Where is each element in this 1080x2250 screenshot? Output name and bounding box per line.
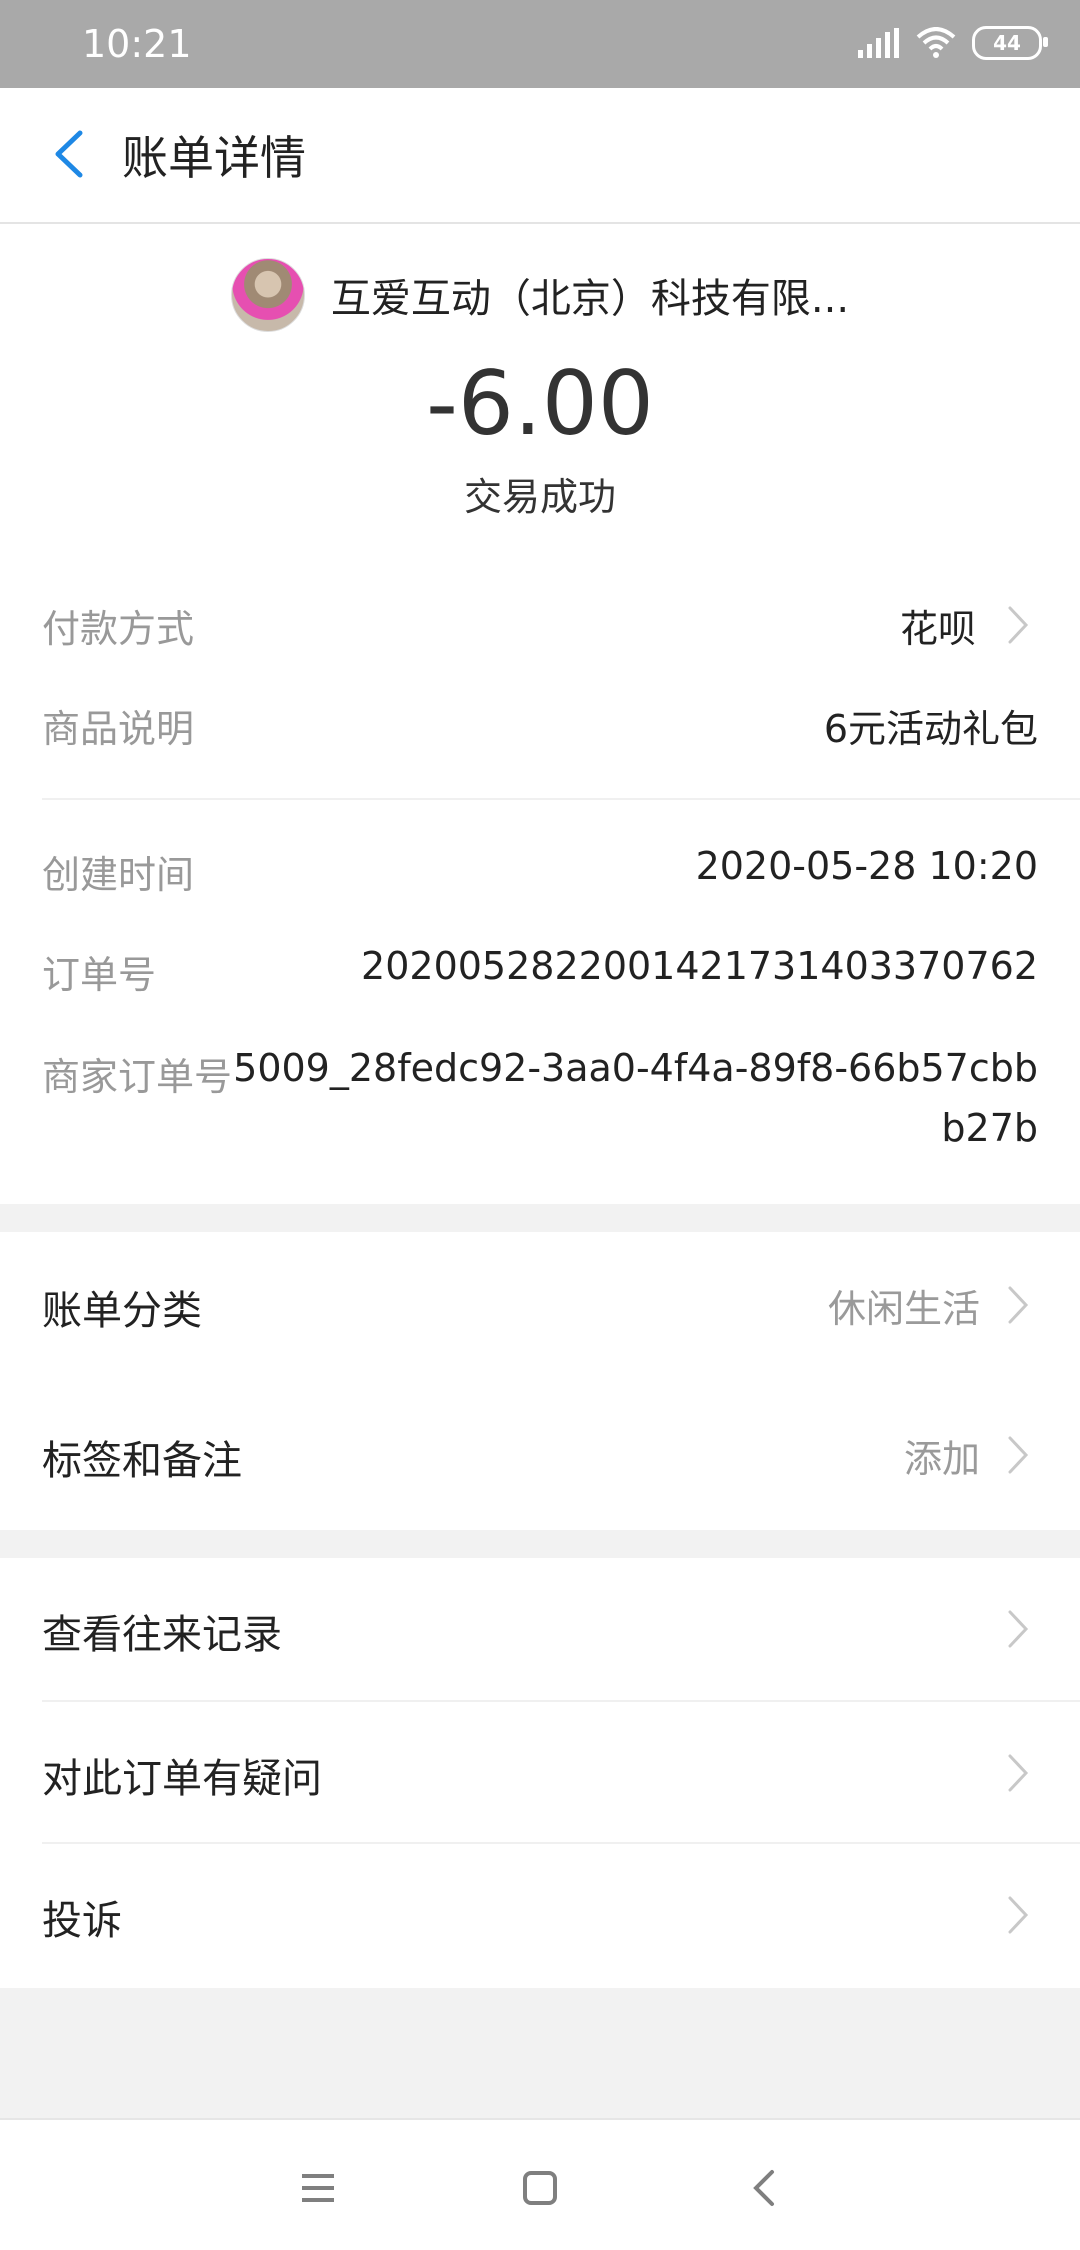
detail-value: 5009_28fedc92-3aa0-4f4a-89f8-66b57cbb b2… [233, 1038, 1038, 1158]
status-time: 10:21 [82, 22, 192, 66]
product-desc-row: 商品说明 6元活动礼包 [42, 690, 1038, 760]
merchant-name: 互爱互动（北京）科技有限... [330, 276, 850, 322]
row-label: 对此订单有疑问 [42, 1756, 322, 1802]
detail-label: 付款方式 [42, 607, 195, 651]
battery-icon: 44 [972, 26, 1048, 60]
detail-value: 2020-05-28 10:20 [695, 844, 1038, 888]
detail-value-line2: b27b [941, 1106, 1038, 1150]
row-label: 账单分类 [42, 1288, 202, 1334]
row-label: 标签和备注 [42, 1438, 242, 1484]
home-icon[interactable] [512, 2160, 568, 2216]
back-button[interactable] [36, 122, 100, 186]
row-label: 投诉 [42, 1898, 122, 1944]
detail-label: 创建时间 [42, 853, 195, 897]
wifi-icon [916, 27, 956, 58]
chevron-right-icon [1008, 1436, 1029, 1474]
chevron-right-icon [1008, 1896, 1029, 1934]
payment-method-row[interactable]: 付款方式 花呗 [42, 590, 1038, 660]
order-number-row: 订单号 2020052822001421731403370762 [42, 936, 1038, 1006]
avatar [230, 258, 305, 332]
chevron-left-icon [55, 130, 83, 178]
battery-level: 44 [993, 31, 1021, 55]
header: 账单详情 [0, 88, 1080, 224]
chevron-right-icon [1008, 1754, 1029, 1792]
divider [42, 1700, 1080, 1702]
view-history-row[interactable]: 查看往来记录 [0, 1582, 1080, 1678]
menu-icon[interactable] [290, 2160, 346, 2216]
merchant-order-number-row: 商家订单号 5009_28fedc92-3aa0-4f4a-89f8-66b57… [42, 1038, 1038, 1168]
bill-category-row[interactable]: 账单分类 休闲生活 [0, 1258, 1080, 1354]
divider [42, 1842, 1080, 1844]
transaction-amount: -6.00 [426, 352, 654, 455]
created-time-row: 创建时间 2020-05-28 10:20 [42, 836, 1038, 906]
merchant-info: 互爱互动（北京）科技有限... [0, 258, 1080, 332]
system-nav-bar [0, 2118, 1080, 2250]
chevron-right-icon [1008, 606, 1029, 644]
row-value: 添加 [903, 1437, 980, 1481]
complaint-row[interactable]: 投诉 [0, 1868, 1080, 1964]
status-bar: 10:21 44 [0, 0, 1080, 88]
back-icon[interactable] [738, 2160, 794, 2216]
detail-label: 订单号 [42, 953, 157, 997]
detail-value: 花呗 [899, 607, 976, 651]
chevron-right-icon [1008, 1286, 1029, 1324]
divider [42, 798, 1080, 800]
tags-notes-row[interactable]: 标签和备注 添加 [0, 1408, 1080, 1504]
transaction-status: 交易成功 [463, 475, 616, 519]
status-icons: 44 [858, 26, 1048, 60]
detail-value: 2020052822001421731403370762 [361, 944, 1038, 988]
row-value: 休闲生活 [827, 1287, 980, 1331]
page-title: 账单详情 [122, 131, 306, 185]
detail-label: 商品说明 [42, 707, 195, 751]
chevron-right-icon [1008, 1610, 1029, 1648]
signal-icon [858, 28, 899, 58]
detail-value: 6元活动礼包 [823, 707, 1038, 751]
detail-value-line1: 5009_28fedc92-3aa0-4f4a-89f8-66b57cbb [233, 1046, 1038, 1090]
order-question-row[interactable]: 对此订单有疑问 [0, 1726, 1080, 1822]
row-label: 查看往来记录 [42, 1612, 282, 1658]
detail-label: 商家订单号 [42, 1055, 233, 1099]
